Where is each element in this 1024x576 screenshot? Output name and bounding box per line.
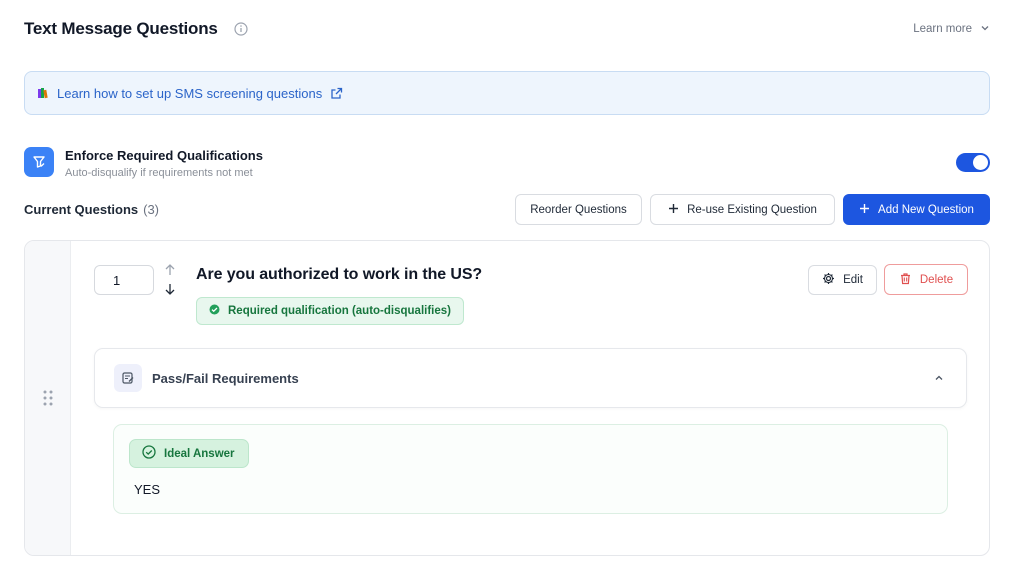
reuse-question-button[interactable]: Re-use Existing Question xyxy=(650,194,835,225)
sms-setup-banner: Learn how to set up SMS screening questi… xyxy=(24,71,990,115)
current-questions-label: Current Questions xyxy=(24,202,139,217)
ideal-answer-label: Ideal Answer xyxy=(164,447,235,460)
page-title: Text Message Questions xyxy=(24,19,218,38)
check-circle-icon xyxy=(142,445,156,462)
current-questions-bar: Current Questions (3) Reorder Questions … xyxy=(24,194,990,225)
edit-question-button[interactable]: Edit xyxy=(808,265,877,295)
page-header: Text Message Questions Learn more xyxy=(24,16,990,42)
ideal-answer-value: YES xyxy=(134,482,161,497)
chevron-up-icon xyxy=(933,372,945,384)
reuse-label: Re-use Existing Question xyxy=(687,203,817,216)
learn-more-dropdown[interactable]: Learn more xyxy=(913,23,990,36)
reorder-label: Reorder Questions xyxy=(530,203,627,216)
trash-icon xyxy=(899,272,912,288)
order-arrows xyxy=(163,263,177,297)
enforce-subtitle: Auto-disqualify if requirements not met xyxy=(65,167,253,179)
enforce-toggle[interactable] xyxy=(956,153,990,172)
reorder-questions-button[interactable]: Reorder Questions xyxy=(515,194,642,225)
required-badge-label: Required qualification (auto-disqualifie… xyxy=(228,305,451,317)
info-icon[interactable] xyxy=(234,22,248,36)
question-title: Are you authorized to work in the US? xyxy=(196,266,483,283)
question-order-input[interactable]: 1 xyxy=(94,265,154,295)
edit-label: Edit xyxy=(843,274,863,286)
check-circle-icon xyxy=(209,304,220,318)
gear-icon xyxy=(822,272,835,288)
sms-setup-link[interactable]: Learn how to set up SMS screening questi… xyxy=(57,86,322,101)
delete-question-button[interactable]: Delete xyxy=(884,264,968,295)
arrow-down-icon[interactable] xyxy=(163,282,177,301)
required-badge: Required qualification (auto-disqualifie… xyxy=(196,297,464,325)
arrow-up-icon[interactable] xyxy=(163,263,177,282)
passfail-label: Pass/Fail Requirements xyxy=(152,370,299,386)
delete-label: Delete xyxy=(919,273,954,286)
question-count: (3) xyxy=(143,202,160,217)
question-card: 1 Are you authorized to work in the US? … xyxy=(24,240,990,556)
plus-icon xyxy=(668,203,679,217)
ideal-answer-panel: Ideal Answer YES xyxy=(113,424,948,514)
add-label: Add New Question xyxy=(878,203,974,216)
passfail-requirements-toggle[interactable]: Pass/Fail Requirements xyxy=(94,348,967,408)
toggle-knob xyxy=(973,155,988,170)
external-link-icon[interactable] xyxy=(330,87,343,100)
enforce-text: Enforce Required Qualifications Auto-dis… xyxy=(65,147,263,179)
drag-handle-icon[interactable] xyxy=(25,241,71,555)
learn-more-label: Learn more xyxy=(913,23,972,35)
enforce-qualifications-row: Enforce Required Qualifications Auto-dis… xyxy=(24,147,990,181)
enforce-title: Enforce Required Qualifications xyxy=(65,148,263,163)
chevron-down-icon xyxy=(980,23,990,36)
add-new-question-button[interactable]: Add New Question xyxy=(843,194,990,225)
books-icon xyxy=(37,87,49,99)
plus-icon xyxy=(859,203,870,217)
filter-icon xyxy=(24,147,54,177)
question-order-value: 1 xyxy=(113,272,121,288)
edit-note-icon xyxy=(114,364,142,392)
ideal-answer-badge: Ideal Answer xyxy=(129,439,249,468)
